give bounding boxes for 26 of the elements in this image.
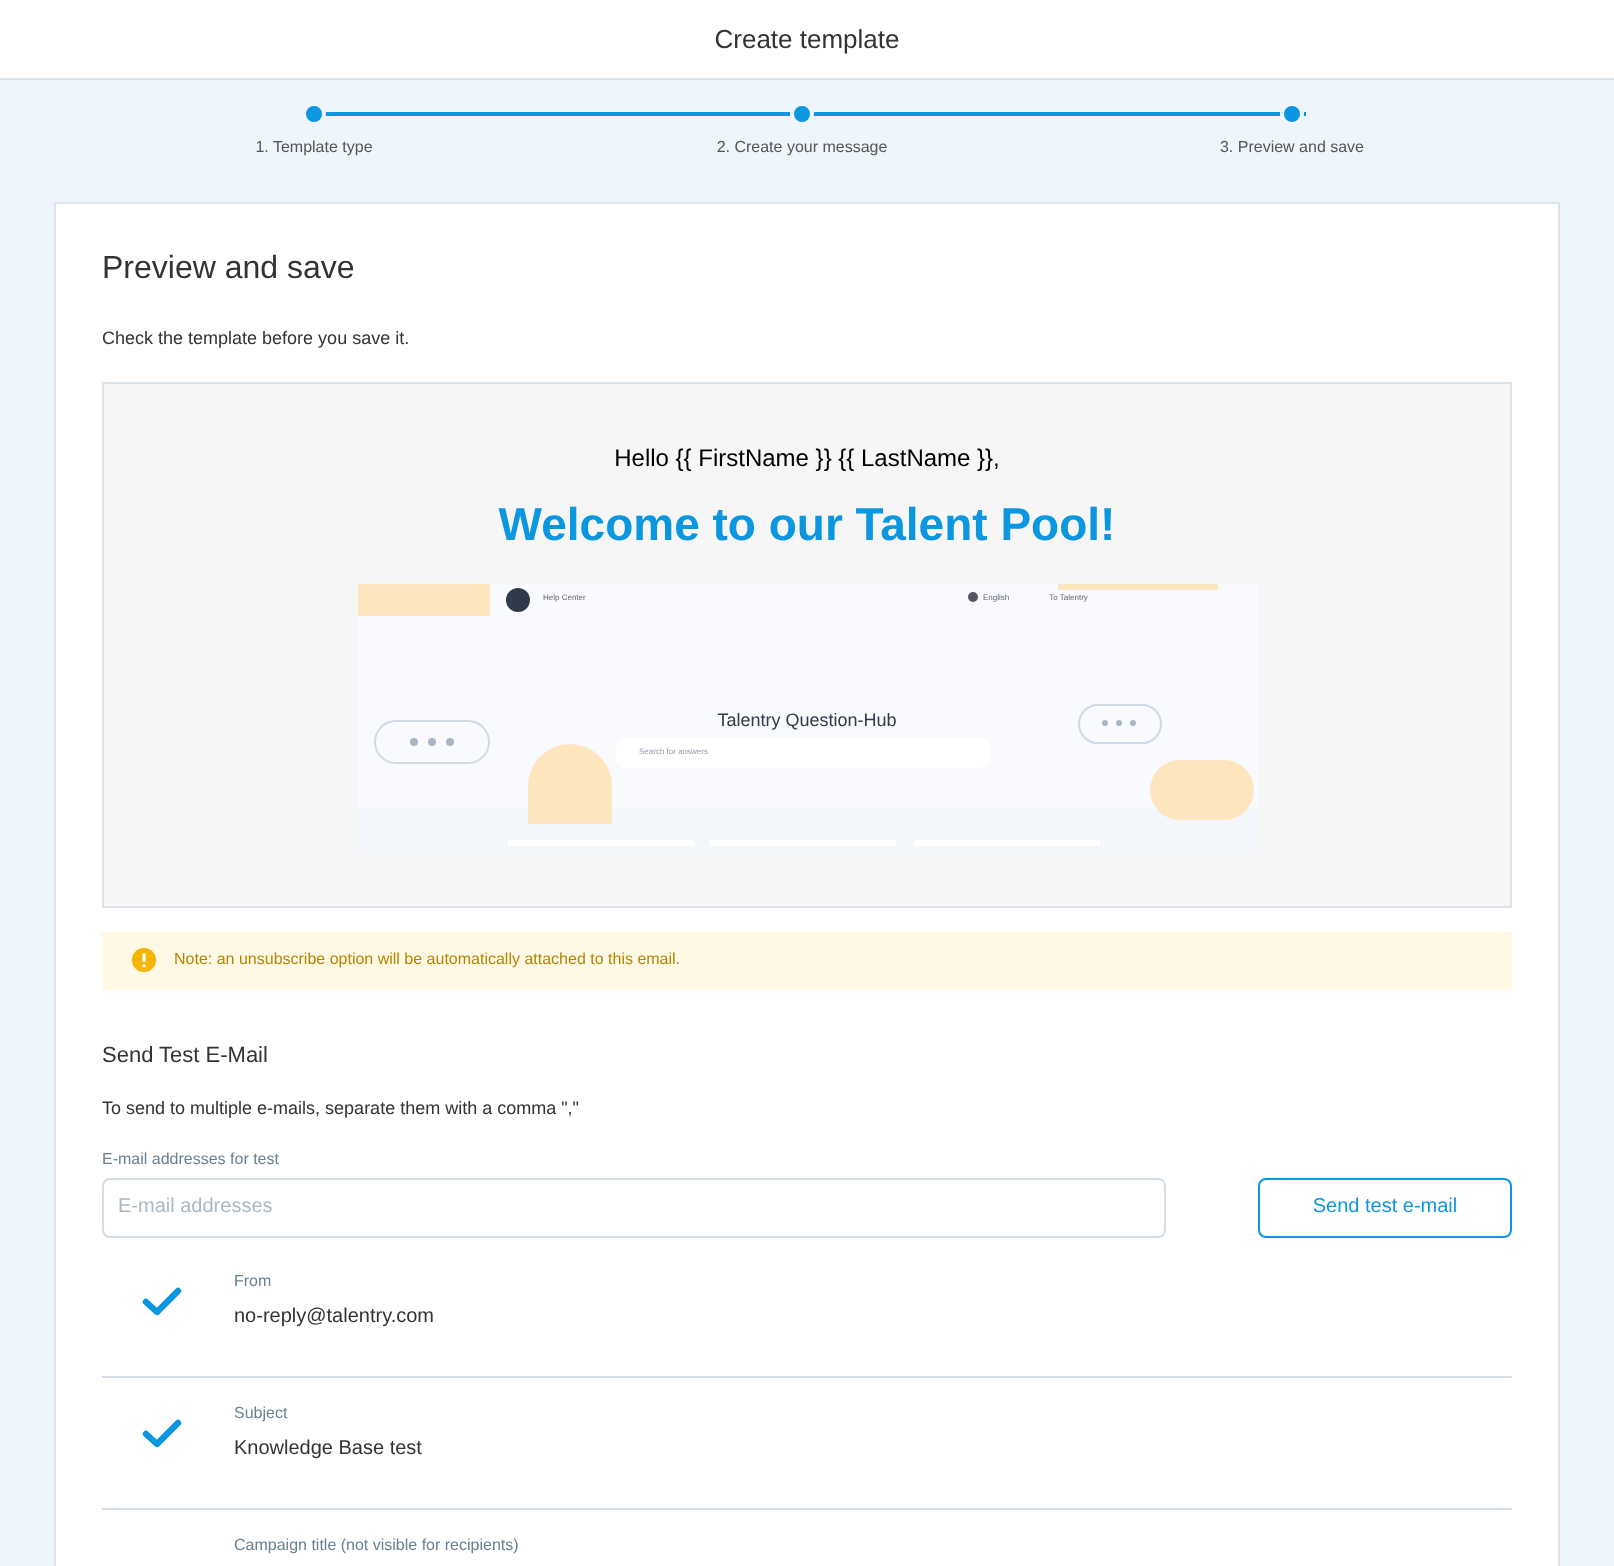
- test-email-hint: To send to multiple e-mails, separate them with a comma ",": [102, 1096, 581, 1122]
- warning-icon: [132, 948, 156, 972]
- test-email-title: Send Test E-Mail: [102, 1041, 270, 1071]
- step-label: 3. Preview and save: [1219, 136, 1365, 160]
- chat-bubble-icon: [373, 719, 489, 763]
- step-label: 2. Create your message: [716, 136, 888, 160]
- field-caption: From: [234, 1269, 274, 1293]
- decor-shape: [357, 583, 489, 615]
- decor-blob: [1149, 759, 1253, 819]
- greeting-text: Hello {{ FirstName }} {{ LastName }},: [614, 441, 1000, 475]
- page-title: Create template: [714, 21, 900, 58]
- step-label: 1. Template type: [255, 136, 373, 160]
- section-title: Preview and save: [102, 250, 357, 290]
- note-text: Note: an unsubscribe option will be automatically attached to this email.: [174, 948, 681, 972]
- email-input-field[interactable]: E-mail addresses: [102, 1177, 1166, 1237]
- send-test-button[interactable]: Send test e-mail: [1258, 1177, 1512, 1237]
- globe-icon: [967, 591, 977, 601]
- field-caption: Subject: [234, 1401, 290, 1425]
- field-caption: Campaign title (not visible for recipients): [234, 1533, 519, 1557]
- field-value: no-reply@talentry.com: [234, 1303, 434, 1331]
- headline-text: Welcome to our Talent Pool!: [498, 495, 1116, 553]
- field-label: E-mail addresses for test: [102, 1147, 281, 1171]
- hub-title: Talentry Question-Hub: [717, 707, 897, 734]
- section-description: Check the template before you save it.: [102, 326, 412, 352]
- field-value: Knowledge Base test: [234, 1435, 422, 1463]
- chat-bubble-icon: [1077, 703, 1161, 743]
